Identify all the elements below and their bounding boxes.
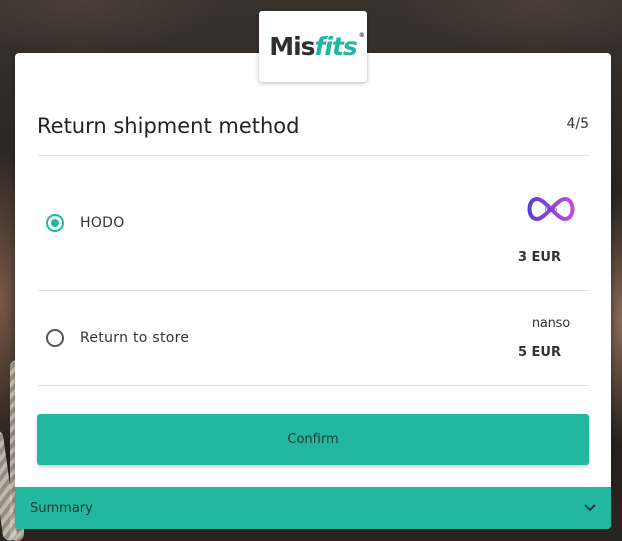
shipping-option-store[interactable]: Return to store nanso 5 EUR bbox=[37, 290, 589, 385]
radio-hodo[interactable] bbox=[46, 214, 64, 232]
divider bbox=[37, 385, 589, 386]
shipping-option-hodo[interactable]: HODO hodo 3 EUR bbox=[37, 175, 589, 271]
option-label: Return to store bbox=[80, 330, 190, 346]
confirm-button[interactable]: Confirm bbox=[37, 414, 589, 465]
nanso-logo: nanso bbox=[531, 316, 570, 331]
option-price: 3 EUR bbox=[517, 250, 561, 265]
brand-logo: Misfits ® bbox=[259, 11, 367, 82]
divider bbox=[37, 155, 589, 156]
hodo-logo-icon: hodo bbox=[527, 196, 575, 222]
page-title: Return shipment method bbox=[37, 114, 300, 138]
option-label: HODO bbox=[80, 215, 125, 231]
summary-bar[interactable]: Summary bbox=[15, 487, 611, 529]
chevron-down-icon[interactable] bbox=[584, 504, 596, 512]
radio-store[interactable] bbox=[46, 329, 64, 347]
option-price: 5 EUR bbox=[517, 345, 561, 360]
step-indicator: 4/5 bbox=[566, 116, 589, 132]
hodo-logo-text: hodo bbox=[545, 207, 557, 213]
brand-logo-text: Misfits ® bbox=[269, 32, 365, 61]
summary-label: Summary bbox=[30, 500, 93, 516]
